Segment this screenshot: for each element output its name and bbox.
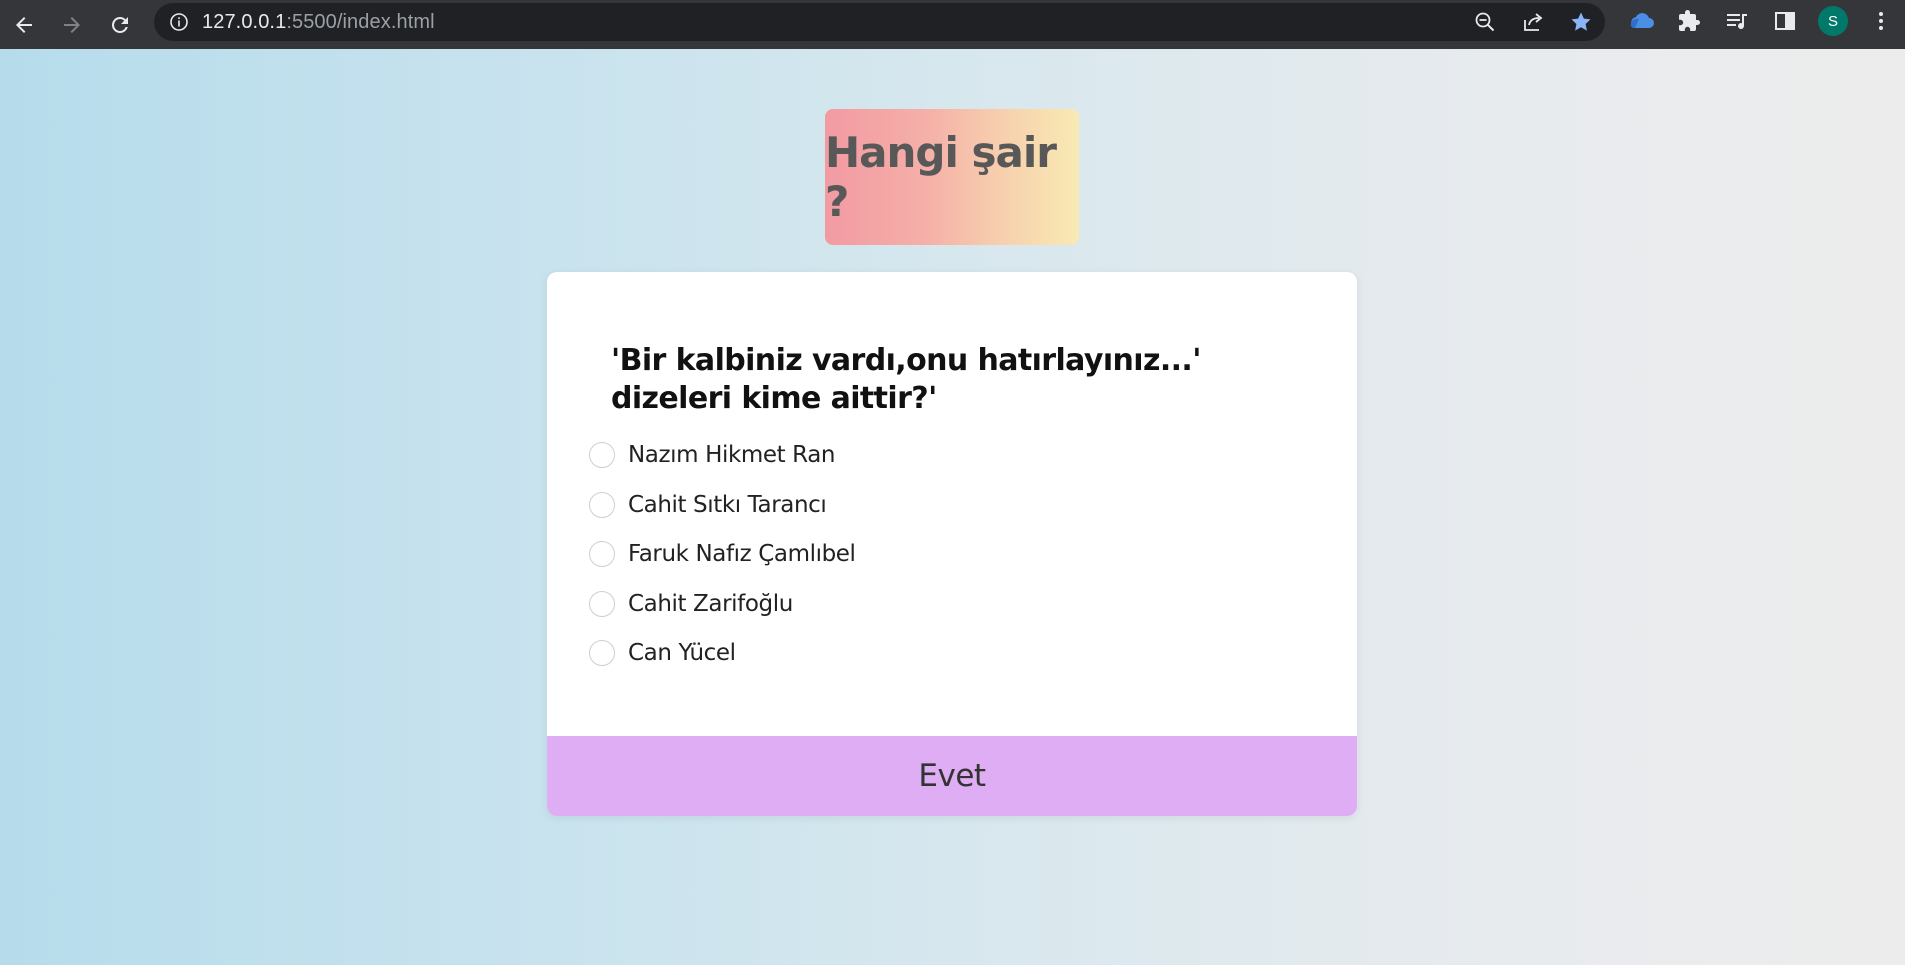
avatar: S: [1818, 6, 1848, 36]
menu-button[interactable]: [1857, 0, 1905, 42]
url-host: 127.0.0.1: [202, 10, 287, 33]
radio-button[interactable]: [589, 491, 615, 518]
page-background: Hangi şair ? 'Bir kalbiniz vardı,onu hat…: [0, 49, 1905, 965]
share-icon: [1524, 13, 1543, 31]
info-icon: [170, 13, 188, 31]
site-info-button[interactable]: [168, 11, 190, 33]
arrow-right-icon: [64, 16, 80, 33]
arrow-left-icon: [16, 16, 32, 33]
address-bar[interactable]: 127.0.0.1:5500/index.html: [154, 3, 1605, 41]
share-button[interactable]: [1509, 3, 1557, 41]
back-button[interactable]: [0, 4, 48, 46]
quiz-card: 'Bir kalbiniz vardı,onu hatırlayınız...'…: [547, 272, 1357, 816]
forward-button[interactable]: [48, 4, 96, 46]
answer-options: Nazım Hikmet Ran Cahit Sıtkı Tarancı Far…: [589, 440, 856, 688]
media-queue-icon: [1727, 14, 1747, 30]
radio-button[interactable]: [589, 640, 615, 666]
question-text: 'Bir kalbiniz vardı,onu hatırlayınız...'…: [611, 343, 1201, 416]
page-title: Hangi şair ?: [825, 128, 1057, 226]
option-label: Cahit Sıtkı Tarancı: [628, 491, 827, 518]
option-1[interactable]: Nazım Hikmet Ran: [589, 440, 856, 470]
option-3[interactable]: Faruk Nafız Çamlıbel: [589, 539, 856, 569]
cloud-extension-icon: [1630, 13, 1654, 29]
reload-button[interactable]: [96, 4, 144, 46]
puzzle-icon: [1679, 10, 1700, 31]
kebab-menu-icon: [1879, 12, 1883, 30]
option-5[interactable]: Can Yücel: [589, 638, 856, 668]
option-2[interactable]: Cahit Sıtkı Tarancı: [589, 490, 856, 520]
profile-button[interactable]: S: [1809, 0, 1857, 42]
star-icon: [1571, 12, 1591, 31]
extensions-button[interactable]: [1665, 0, 1713, 42]
extensions-area: S: [1617, 0, 1905, 42]
bookmark-button[interactable]: [1557, 3, 1605, 41]
omnibox-actions: [1461, 3, 1605, 41]
zoom-button[interactable]: [1461, 3, 1509, 41]
cloud-extension-button[interactable]: [1617, 0, 1665, 42]
radio-button[interactable]: [589, 590, 615, 617]
option-label: Nazım Hikmet Ran: [628, 442, 836, 468]
option-label: Faruk Nafız Çamlıbel: [628, 541, 856, 567]
side-panel-button[interactable]: [1761, 0, 1809, 42]
zoom-out-icon: [1475, 12, 1495, 32]
submit-button[interactable]: Evet: [547, 736, 1357, 816]
title-banner: Hangi şair ?: [825, 109, 1079, 245]
option-label: Cahit Zarifoğlu: [628, 590, 793, 617]
browser-toolbar: 127.0.0.1:5500/index.html S: [0, 0, 1905, 49]
url-path: :5500/index.html: [286, 10, 435, 33]
option-4[interactable]: Cahit Zarifoğlu: [589, 589, 856, 619]
radio-button[interactable]: [589, 442, 615, 468]
media-button[interactable]: [1713, 0, 1761, 42]
side-panel-icon: [1775, 12, 1795, 30]
url-text[interactable]: 127.0.0.1:5500/index.html: [202, 11, 435, 34]
reload-icon: [111, 16, 128, 33]
option-label: Can Yücel: [628, 640, 736, 666]
radio-button[interactable]: [589, 541, 615, 567]
